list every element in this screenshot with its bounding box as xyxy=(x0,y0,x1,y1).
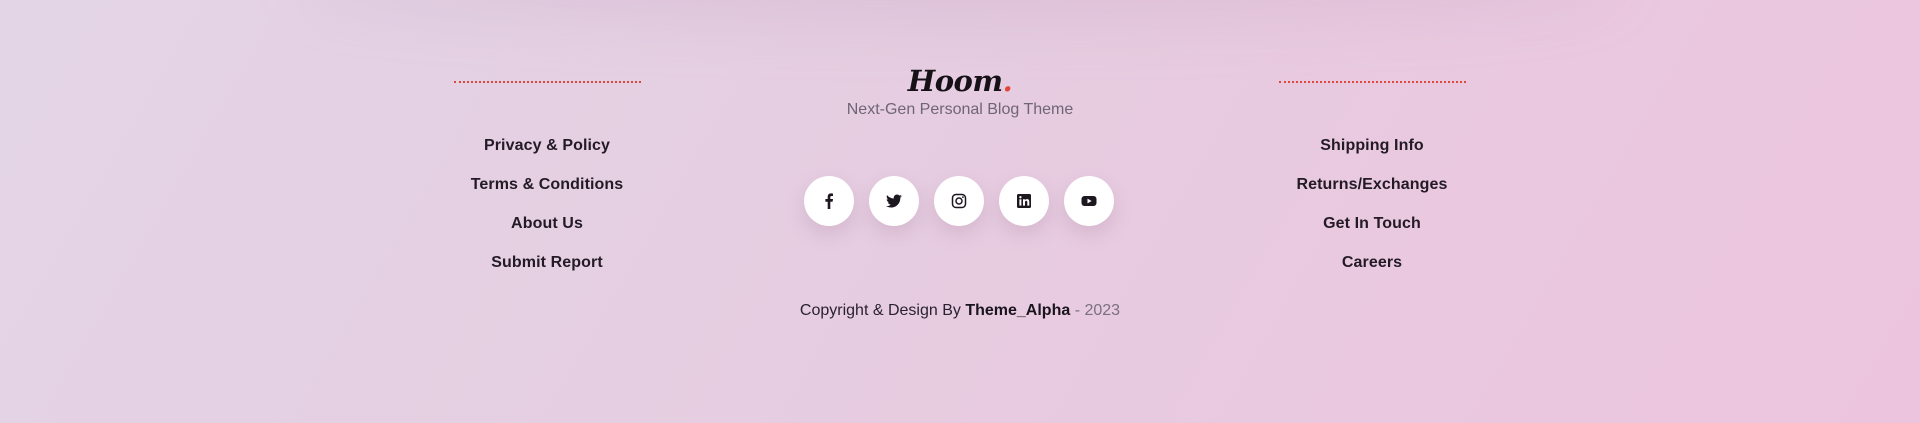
facebook-icon xyxy=(825,193,833,209)
twitter-icon xyxy=(886,194,902,208)
instagram-icon xyxy=(951,193,967,209)
list-item: Submit Report xyxy=(397,254,697,293)
list-item: Get In Touch xyxy=(1222,215,1522,254)
twitter-button[interactable] xyxy=(869,176,919,226)
about-us-link[interactable]: About Us xyxy=(511,215,583,232)
list-item: Shipping Info xyxy=(1222,137,1522,176)
youtube-button[interactable] xyxy=(1064,176,1114,226)
footer-left-links: Privacy & Policy Terms & Conditions Abou… xyxy=(397,137,697,293)
privacy-policy-link[interactable]: Privacy & Policy xyxy=(484,137,610,154)
get-in-touch-link[interactable]: Get In Touch xyxy=(1323,215,1421,232)
list-item: Returns/Exchanges xyxy=(1222,176,1522,215)
submit-report-link[interactable]: Submit Report xyxy=(491,254,603,271)
footer-right-links: Shipping Info Returns/Exchanges Get In T… xyxy=(1222,137,1522,293)
terms-conditions-link[interactable]: Terms & Conditions xyxy=(471,176,624,193)
dotted-divider xyxy=(454,81,641,83)
youtube-icon xyxy=(1081,196,1097,206)
dotted-divider xyxy=(1279,81,1466,83)
copyright-text: Copyright & Design By Theme_Alpha - 2023 xyxy=(760,302,1160,320)
list-item: Privacy & Policy xyxy=(397,137,697,176)
logo-text: Hoom xyxy=(907,64,1003,98)
careers-link[interactable]: Careers xyxy=(1342,254,1402,271)
copyright-year: 2023 xyxy=(1084,302,1121,319)
linkedin-button[interactable] xyxy=(999,176,1049,226)
list-item: Careers xyxy=(1222,254,1522,293)
shipping-info-link[interactable]: Shipping Info xyxy=(1320,137,1424,154)
linkedin-icon xyxy=(1017,194,1031,208)
top-shadow xyxy=(300,0,1620,20)
returns-exchanges-link[interactable]: Returns/Exchanges xyxy=(1296,176,1447,193)
site-logo[interactable]: Hoom. xyxy=(760,64,1160,98)
site-tagline: Next-Gen Personal Blog Theme xyxy=(846,101,1074,118)
facebook-button[interactable] xyxy=(804,176,854,226)
logo-dot: . xyxy=(1002,64,1013,98)
social-links xyxy=(804,176,1114,226)
copyright-prefix: Copyright & Design By xyxy=(799,302,961,319)
copyright-brand[interactable]: Theme_Alpha xyxy=(965,302,1070,319)
list-item: Terms & Conditions xyxy=(397,176,697,215)
list-item: About Us xyxy=(397,215,697,254)
copyright-separator: - xyxy=(1074,302,1081,319)
instagram-button[interactable] xyxy=(934,176,984,226)
